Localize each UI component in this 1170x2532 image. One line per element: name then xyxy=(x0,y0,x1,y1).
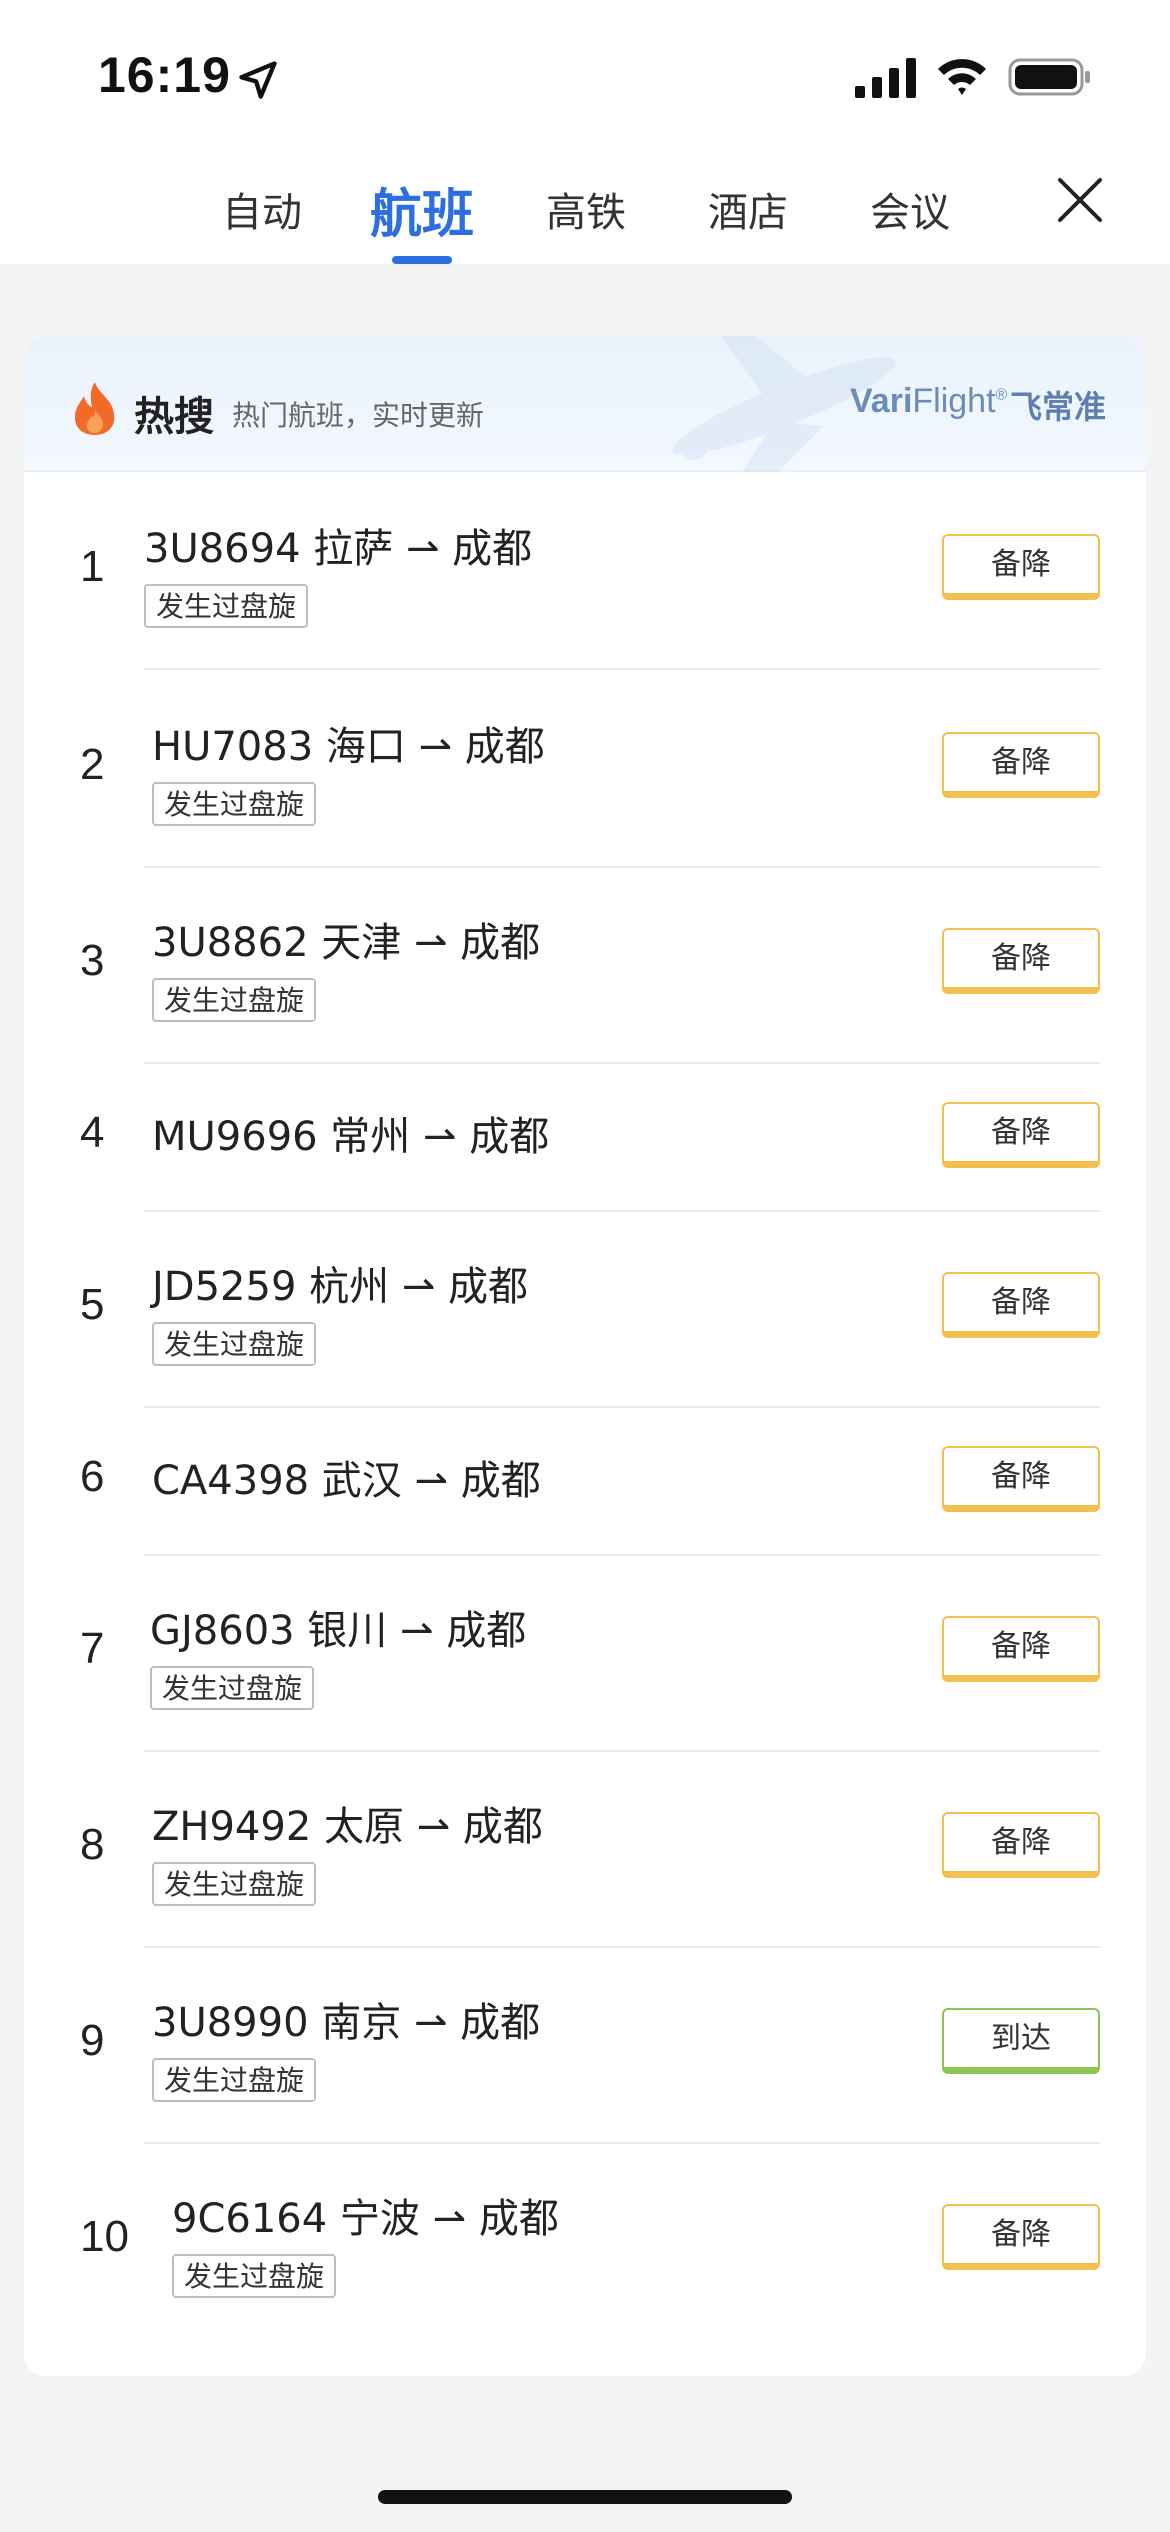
flight-route[interactable]: CA4398 武汉 ⇀ 成都 xyxy=(152,1448,541,1506)
location-arrow-icon xyxy=(239,61,277,99)
holding-tag: 发生过盘旋 xyxy=(152,782,317,826)
holding-tag: 发生过盘旋 xyxy=(152,2058,317,2102)
divider xyxy=(144,866,1100,868)
hot-search-header: 热搜 热门航班，实时更新 VariFlight® 飞常准 xyxy=(24,336,1146,472)
fire-icon xyxy=(74,382,115,435)
holding-tag: 发生过盘旋 xyxy=(152,1322,317,1366)
battery-icon xyxy=(1008,58,1090,96)
close-icon[interactable] xyxy=(1056,176,1104,224)
hot-search-title: 热搜 xyxy=(134,394,214,440)
divider xyxy=(144,1554,1100,1556)
flight-route[interactable]: 3U8862 天津 ⇀ 成都 xyxy=(152,910,540,968)
holding-tag: 发生过盘旋 xyxy=(152,1862,317,1906)
wifi-icon xyxy=(938,59,986,95)
tab-flights[interactable]: 航班 xyxy=(370,172,474,247)
home-indicator[interactable] xyxy=(378,2490,792,2504)
status-button[interactable]: 备降 xyxy=(942,1616,1100,1682)
flight-route[interactable]: 3U8694 拉萨 ⇀ 成都 xyxy=(144,516,532,574)
holding-tag: 发生过盘旋 xyxy=(144,584,309,628)
status-button[interactable]: 备降 xyxy=(942,928,1100,994)
active-tab-indicator xyxy=(392,256,452,264)
tab-auto[interactable]: 自动 xyxy=(222,180,302,238)
clock-time: 16:19 xyxy=(98,47,231,103)
flight-route[interactable]: HU7083 海口 ⇀ 成都 xyxy=(152,714,545,772)
status-button[interactable]: 备降 xyxy=(942,1102,1100,1168)
status-button[interactable]: 备降 xyxy=(942,534,1100,600)
hot-search-subtitle: 热门航班，实时更新 xyxy=(232,399,485,432)
rank-number: 7 xyxy=(80,1624,105,1673)
rank-number: 8 xyxy=(80,1820,105,1869)
flight-route[interactable]: 3U8990 南京 ⇀ 成都 xyxy=(152,1990,540,2048)
rank-number: 1 xyxy=(80,542,105,591)
status-button[interactable]: 备降 xyxy=(942,1272,1100,1338)
flight-route[interactable]: 9C6164 宁波 ⇀ 成都 xyxy=(172,2186,559,2244)
divider xyxy=(144,2142,1100,2144)
variflight-logo-cn: 飞常准 xyxy=(1010,388,1107,426)
holding-tag: 发生过盘旋 xyxy=(172,2254,337,2298)
divider xyxy=(144,1062,1100,1064)
divider xyxy=(144,668,1100,670)
rank-number: 9 xyxy=(80,2016,105,2065)
status-button[interactable]: 备降 xyxy=(942,1812,1100,1878)
rank-number: 10 xyxy=(80,2212,129,2261)
tab-meeting[interactable]: 会议 xyxy=(870,180,950,238)
flight-route[interactable]: GJ8603 银川 ⇀ 成都 xyxy=(150,1598,526,1656)
divider xyxy=(144,1406,1100,1408)
rank-number: 3 xyxy=(80,936,105,985)
cellular-signal-icon xyxy=(855,58,916,98)
rank-number: 5 xyxy=(80,1280,105,1329)
category-tab-bar: 自动 航班 高铁 酒店 会议 xyxy=(0,150,1170,264)
tab-hotel[interactable]: 酒店 xyxy=(708,180,788,238)
divider xyxy=(144,1210,1100,1212)
hot-flights-card: 热搜 热门航班，实时更新 VariFlight® 飞常准 1 3U8694 拉萨… xyxy=(24,336,1146,2376)
flight-route[interactable]: JD5259 杭州 ⇀ 成都 xyxy=(152,1254,528,1312)
flight-route[interactable]: MU9696 常州 ⇀ 成都 xyxy=(152,1104,549,1162)
tab-high-speed-rail[interactable]: 高铁 xyxy=(546,180,626,238)
holding-tag: 发生过盘旋 xyxy=(152,978,317,1022)
status-button[interactable]: 备降 xyxy=(942,2204,1100,2270)
status-button[interactable]: 备降 xyxy=(942,1446,1100,1512)
rank-number: 4 xyxy=(80,1108,105,1157)
variflight-logo: VariFlight® xyxy=(850,382,1008,420)
status-button[interactable]: 备降 xyxy=(942,732,1100,798)
rank-number: 2 xyxy=(80,740,105,789)
status-button[interactable]: 到达 xyxy=(942,2008,1100,2074)
divider xyxy=(144,1750,1100,1752)
status-bar: 16:19 xyxy=(0,0,1170,150)
rank-number: 6 xyxy=(80,1452,105,1501)
holding-tag: 发生过盘旋 xyxy=(150,1666,315,1710)
divider xyxy=(144,1946,1100,1948)
flight-route[interactable]: ZH9492 太原 ⇀ 成都 xyxy=(152,1794,543,1852)
